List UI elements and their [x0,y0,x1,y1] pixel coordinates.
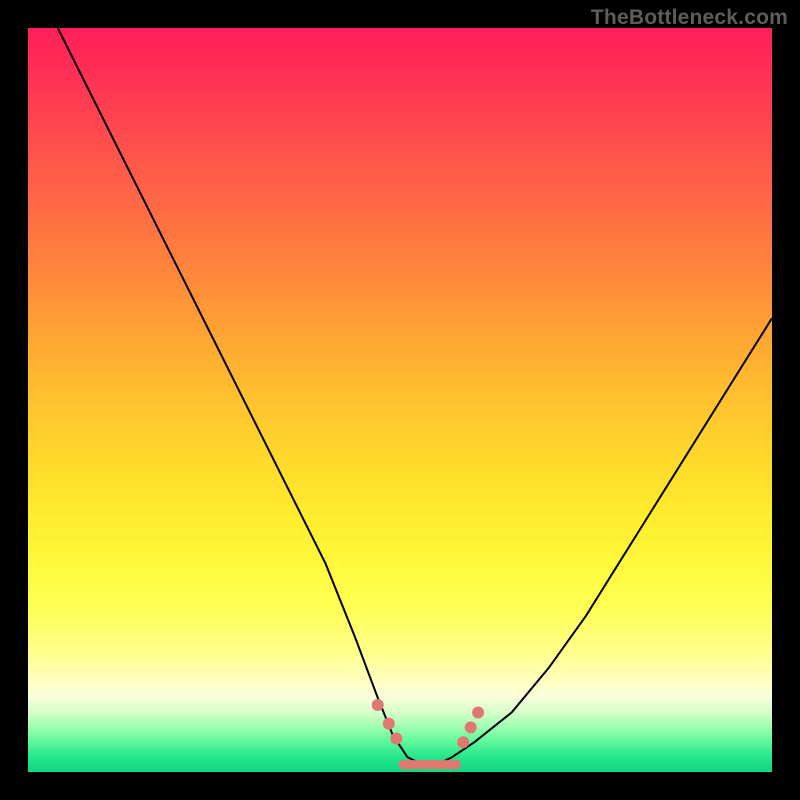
bottleneck-curve [58,28,772,765]
valley-dot [383,718,395,730]
plot-area [28,28,772,772]
watermark-text: TheBottleneck.com [591,6,788,30]
valley-dot [472,707,484,719]
outer-frame: TheBottleneck.com [0,0,800,800]
valley-dot [457,736,469,748]
floor-end-dot [451,760,461,770]
valley-dot [372,699,384,711]
floor-end-dot [399,760,409,770]
valley-dot [390,733,402,745]
chart-svg [28,28,772,772]
floor-segment [399,760,461,770]
valley-markers [372,699,484,748]
valley-dot [465,721,477,733]
